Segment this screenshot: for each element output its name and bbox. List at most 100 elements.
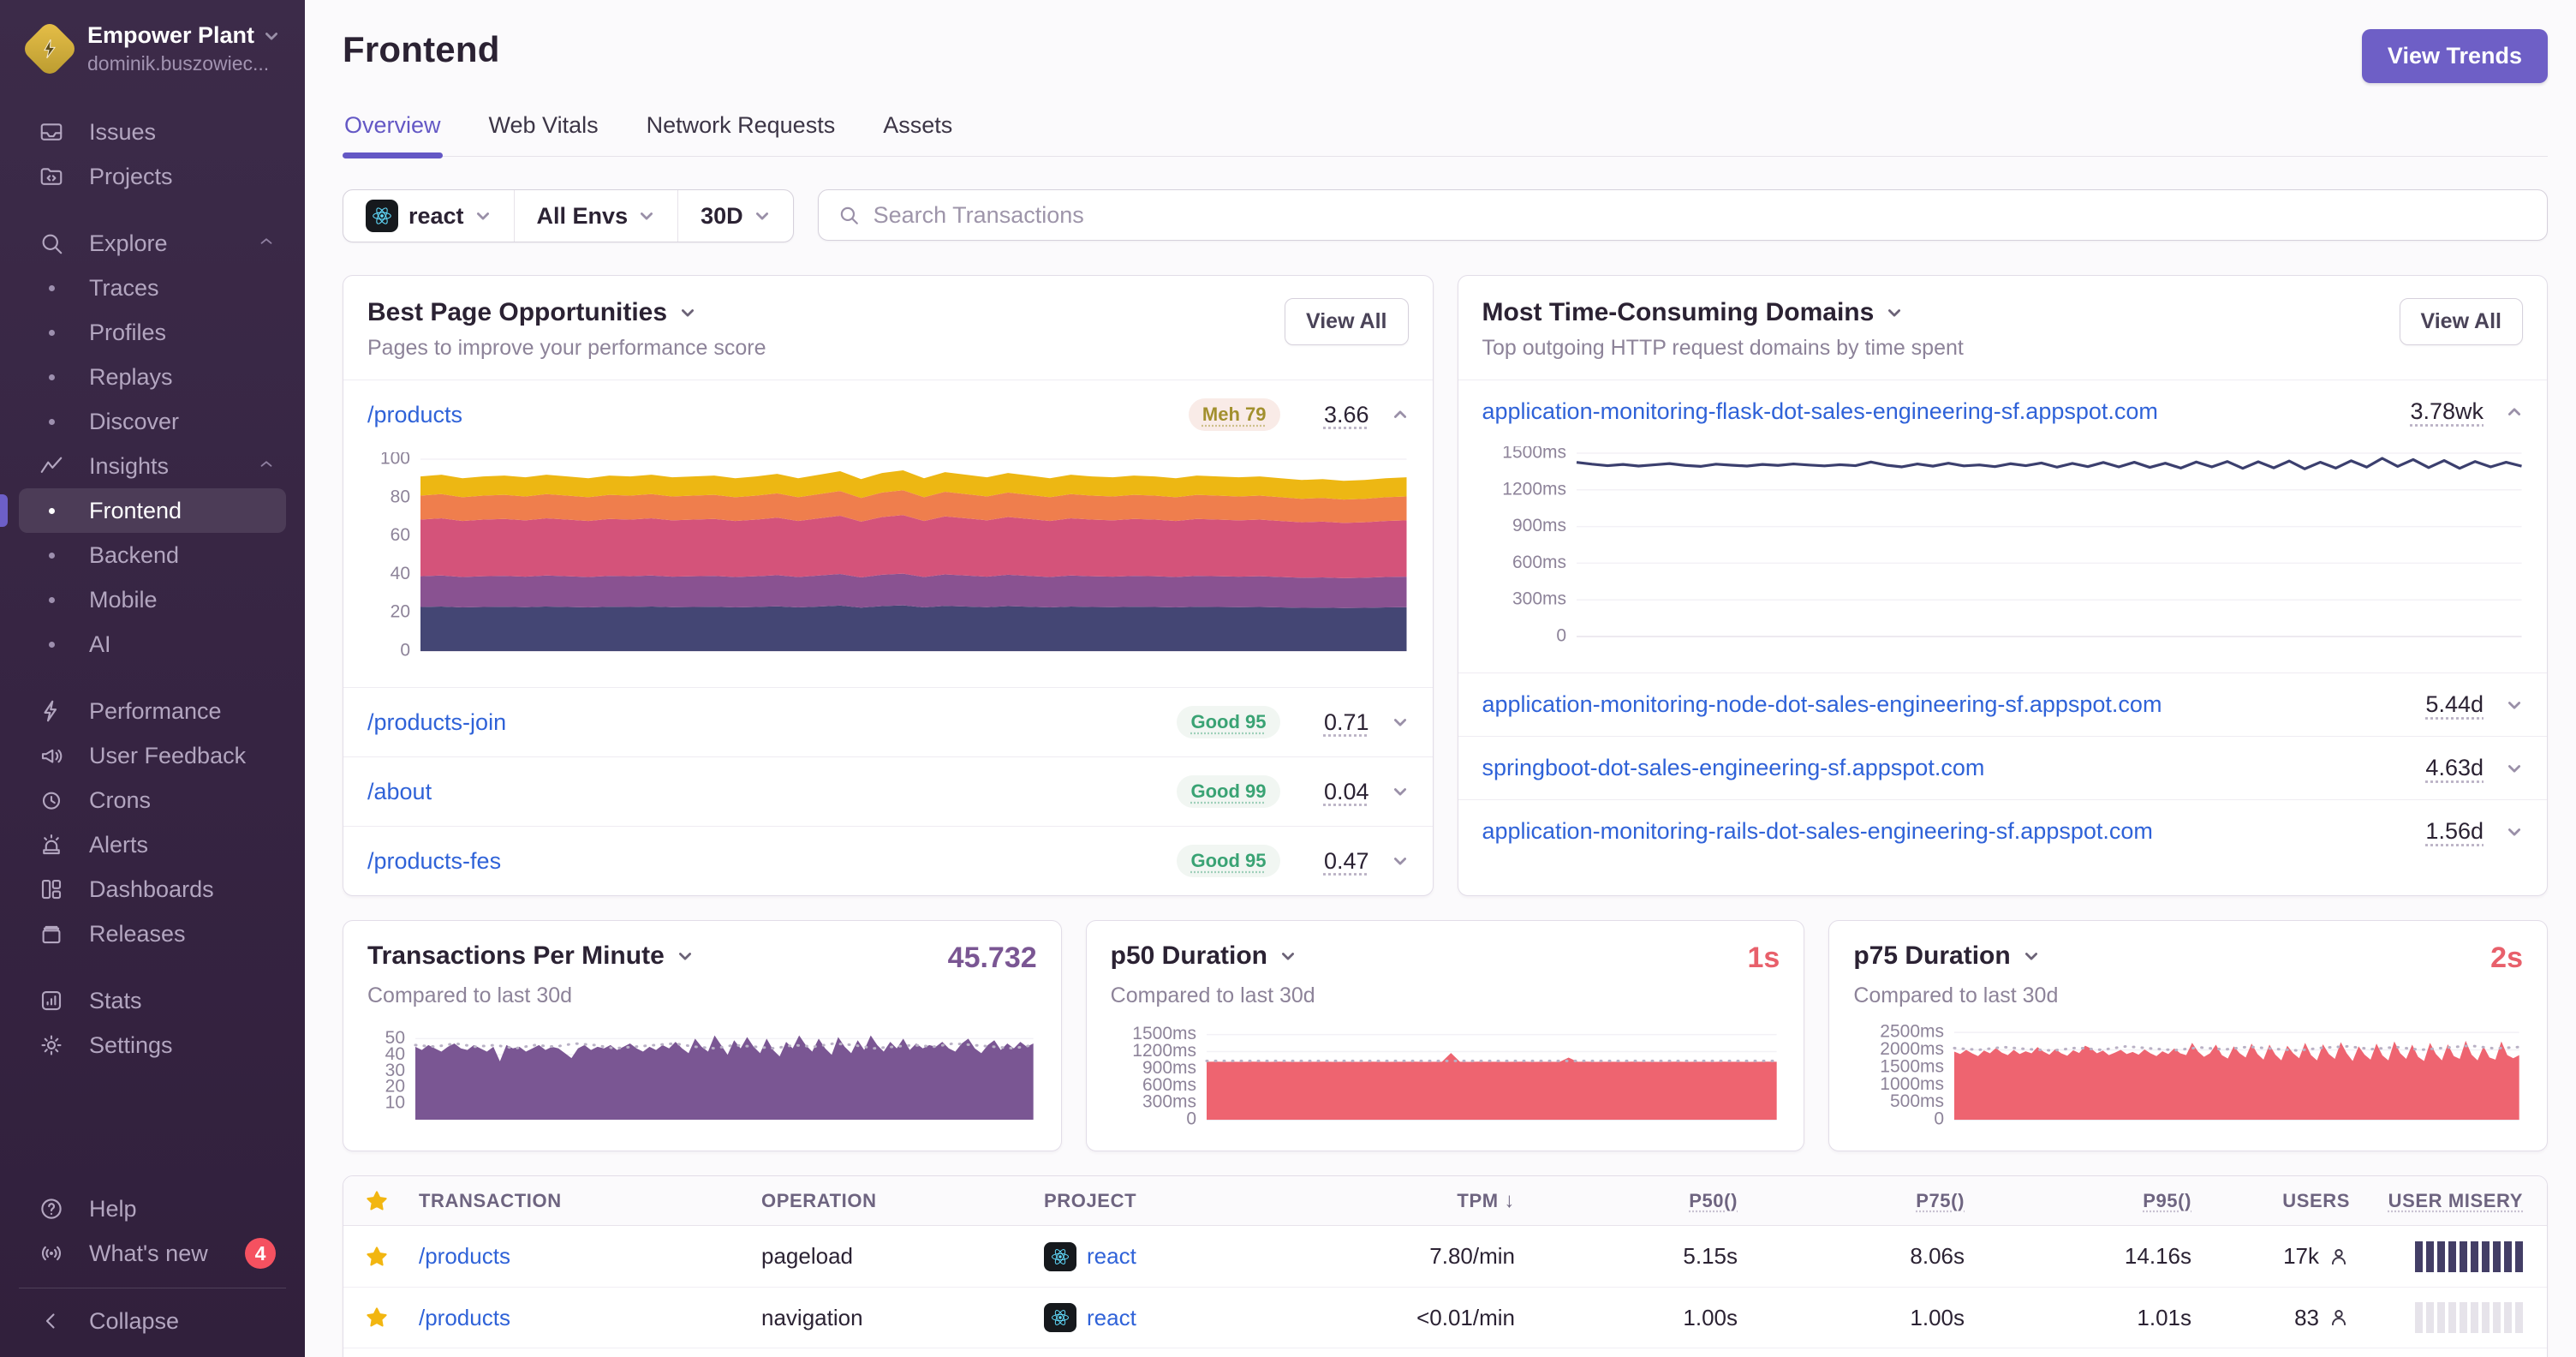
sidebar-collapse-button[interactable]: Collapse (19, 1299, 286, 1343)
opportunity-score: 3.66 (1323, 401, 1369, 427)
sidebar-item-frontend[interactable]: Frontend (0, 488, 286, 533)
col-p50[interactable]: P50() (1689, 1190, 1738, 1211)
expand-row-button[interactable] (1392, 852, 1409, 870)
col-transaction[interactable]: TRANSACTION (419, 1190, 761, 1212)
expand-row-button[interactable] (1392, 714, 1409, 731)
project-link[interactable]: react (1087, 1243, 1136, 1270)
chevron-up-icon (257, 230, 276, 257)
sidebar-item-stats[interactable]: Stats (19, 978, 286, 1023)
users-cell: 83 (2191, 1305, 2350, 1331)
sidebar-item-backend[interactable]: Backend (19, 533, 286, 577)
col-p75[interactable]: P75() (1916, 1190, 1965, 1211)
sidebar-item-crons[interactable]: Crons (19, 778, 286, 822)
page-link[interactable]: /products-fes (367, 848, 1154, 875)
panel-title-dropdown[interactable]: Most Time-Consuming Domains (1482, 298, 1964, 327)
p95-cell: 1.01s (2137, 1304, 2191, 1330)
col-tpm-sorted[interactable]: TPM ↓ (1309, 1189, 1515, 1213)
expand-row-button[interactable] (1392, 783, 1409, 800)
metric-title-dropdown[interactable]: Transactions Per Minute (367, 942, 694, 971)
sidebar-item-traces[interactable]: Traces (19, 266, 286, 310)
col-p95[interactable]: P95() (2143, 1190, 2191, 1211)
star-toggle[interactable] (364, 1244, 419, 1270)
search-input[interactable] (873, 201, 2528, 229)
tpm-value: 45.732 (947, 942, 1037, 974)
search-icon (38, 230, 65, 257)
star-toggle[interactable] (364, 1305, 419, 1330)
sidebar-item-dashboards[interactable]: Dashboards (19, 867, 286, 912)
page-row: /about Good 99 0.04 (343, 756, 1433, 826)
expand-row-button[interactable] (2506, 760, 2523, 777)
panel-subtitle: Top outgoing HTTP request domains by tim… (1482, 336, 1964, 360)
svg-text:900ms: 900ms (1512, 516, 1565, 535)
col-user-misery[interactable]: USER MISERY (2388, 1190, 2523, 1211)
sidebar-item-settings[interactable]: Settings (19, 1023, 286, 1067)
sidebar-item-performance[interactable]: Performance (19, 689, 286, 733)
sidebar-item-insights[interactable]: Insights (19, 444, 286, 488)
sidebar-item-user-feedback[interactable]: User Feedback (19, 733, 286, 778)
chevron-down-icon (641, 212, 653, 220)
tab-web-vitals[interactable]: Web Vitals (487, 112, 600, 156)
sidebar-item-profiles[interactable]: Profiles (19, 310, 286, 355)
domain-link[interactable]: application-monitoring-flask-dot-sales-e… (1482, 398, 2388, 425)
sidebar-item-ai[interactable]: AI (19, 622, 286, 667)
chevron-left-icon (38, 1307, 65, 1335)
chevron-up-icon (257, 453, 276, 480)
sidebar-item-issues[interactable]: Issues (19, 110, 286, 154)
page-link[interactable]: /products-join (367, 709, 1154, 736)
sidebar-item-replays[interactable]: Replays (19, 355, 286, 399)
col-operation[interactable]: OPERATION (761, 1190, 1044, 1212)
project-selector[interactable]: react (343, 190, 515, 242)
expand-row-button[interactable] (2506, 696, 2523, 714)
org-user: dominik.buszowiec... (87, 52, 270, 75)
project-link[interactable]: react (1087, 1305, 1136, 1331)
tab-network-requests[interactable]: Network Requests (645, 112, 838, 156)
sidebar-item-whats-new[interactable]: What's new 4 (19, 1231, 286, 1276)
page-link[interactable]: /products (367, 402, 1166, 428)
panel-title-dropdown[interactable]: Best Page Opportunities (367, 298, 766, 327)
siren-icon (38, 831, 65, 858)
collapse-row-button[interactable] (2506, 404, 2523, 421)
p50-duration-chart: 1500ms 1200ms 900ms 600ms 300ms 0 (1111, 1022, 1780, 1135)
col-project[interactable]: PROJECT (1044, 1190, 1309, 1212)
gear-icon (38, 1031, 65, 1059)
time-spent: 1.56d (2425, 818, 2484, 844)
svg-text:1200ms: 1200ms (1502, 479, 1566, 499)
tab-assets[interactable]: Assets (881, 112, 954, 156)
transactions-table: TRANSACTION OPERATION PROJECT TPM ↓ P50(… (343, 1175, 2548, 1357)
svg-text:1500ms: 1500ms (1502, 446, 1566, 463)
p50-card: p50 Duration 1s Compared to last 30d 150… (1085, 920, 1805, 1151)
domain-link[interactable]: application-monitoring-node-dot-sales-en… (1482, 691, 2395, 718)
domain-link[interactable]: application-monitoring-rails-dot-sales-e… (1482, 818, 2395, 845)
date-range-selector[interactable]: 30D (678, 190, 793, 242)
collapse-row-button[interactable] (1392, 406, 1409, 423)
chevron-down-icon (2024, 953, 2037, 960)
sidebar-item-mobile[interactable]: Mobile (19, 577, 286, 622)
view-all-button[interactable]: View All (1285, 298, 1409, 345)
react-logo-icon (1044, 1303, 1076, 1332)
transaction-link[interactable]: /products (419, 1305, 761, 1331)
chevron-down-icon (682, 309, 695, 317)
col-users[interactable]: USERS (2191, 1190, 2350, 1212)
sidebar-item-help[interactable]: Help (19, 1187, 286, 1231)
tpm-cell: <0.01/min (1416, 1304, 1515, 1330)
sidebar-item-explore[interactable]: Explore (19, 221, 286, 266)
sidebar-item-releases[interactable]: Releases (19, 912, 286, 956)
domain-link[interactable]: springboot-dot-sales-engineering-sf.apps… (1482, 755, 2395, 781)
tpm-card: Transactions Per Minute 45.732 Compared … (343, 920, 1062, 1151)
environment-selector[interactable]: All Envs (515, 190, 679, 242)
view-trends-button[interactable]: View Trends (2361, 29, 2548, 83)
metric-title-dropdown[interactable]: p50 Duration (1111, 942, 1297, 971)
org-switcher[interactable]: Empower Plant dominik.buszowiec... (0, 0, 305, 78)
transaction-link[interactable]: /products (419, 1243, 761, 1270)
expand-row-button[interactable] (2506, 823, 2523, 840)
sidebar-item-projects[interactable]: Projects (19, 154, 286, 199)
view-all-button[interactable]: View All (2399, 298, 2523, 345)
metric-title-dropdown[interactable]: p75 Duration (1853, 942, 2039, 971)
sidebar-item-alerts[interactable]: Alerts (19, 822, 286, 867)
operation-cell: navigation (761, 1304, 863, 1330)
tab-overview[interactable]: Overview (343, 112, 443, 158)
insights-icon (38, 452, 65, 480)
page-link[interactable]: /about (367, 779, 1154, 805)
sidebar-item-discover[interactable]: Discover (19, 399, 286, 444)
react-logo-icon (1044, 1241, 1076, 1271)
